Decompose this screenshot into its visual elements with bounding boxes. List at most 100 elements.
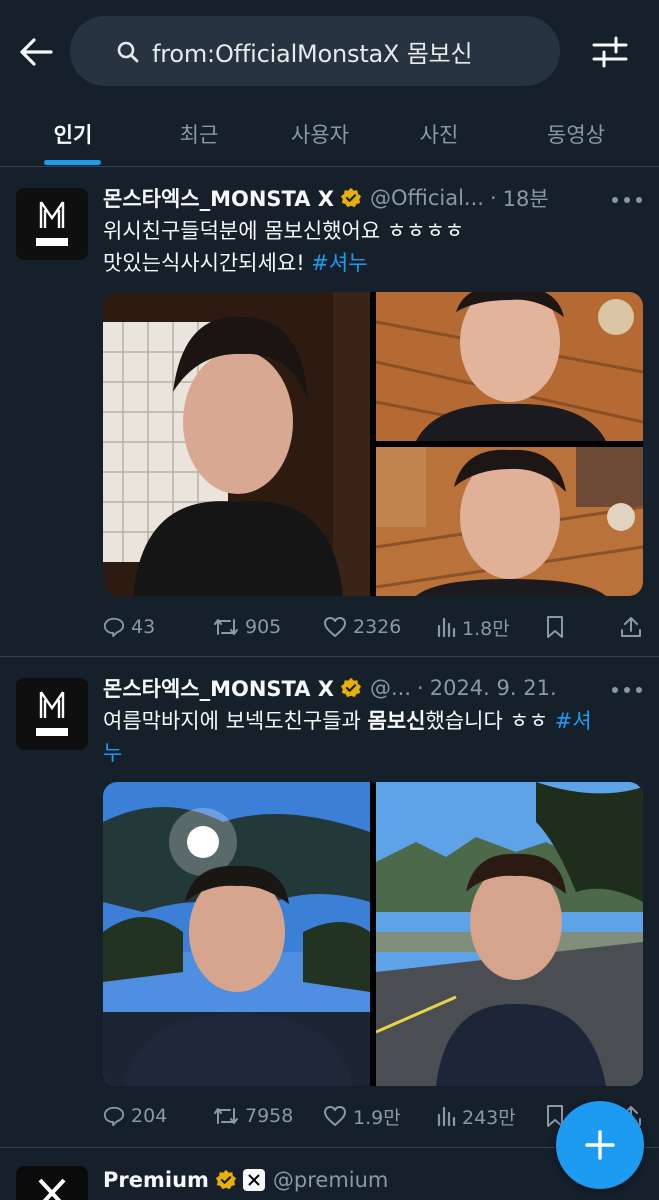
tweet-text-span: 맛있는식사시간되세요! — [103, 251, 312, 275]
like-count: 2326 — [353, 616, 402, 638]
active-tab-indicator — [44, 160, 101, 165]
photo-2[interactable] — [376, 292, 643, 441]
like-button[interactable]: 2326 — [323, 611, 401, 643]
display-name[interactable]: 몬스타엑스_MONSTA X — [103, 183, 334, 213]
tab-label: 동영상 — [547, 122, 605, 147]
reply-icon — [103, 1106, 125, 1127]
user-handle[interactable]: @premium — [273, 1168, 388, 1192]
tweet-text-span: 했습니다 ㅎㅎ — [425, 709, 555, 733]
reply-count: 204 — [131, 1105, 168, 1127]
photo-image — [376, 782, 643, 1086]
photo-image — [103, 782, 370, 1086]
like-button[interactable]: 1.9만 — [323, 1100, 401, 1132]
photo-1[interactable] — [103, 782, 370, 1086]
like-count: 1.9만 — [353, 1106, 401, 1129]
hashtag-link[interactable]: #셔 — [555, 709, 592, 733]
tab-label: 사용자 — [291, 122, 349, 147]
heart-icon — [324, 617, 346, 637]
tab-latest[interactable]: 최근 — [156, 100, 242, 167]
reply-button[interactable]: 204 — [103, 1100, 167, 1132]
reply-icon — [103, 617, 125, 638]
display-name[interactable]: Premium — [103, 1168, 209, 1192]
separator-dot: · — [417, 676, 424, 700]
tweet[interactable]: 몬스타엑스_MONSTA X @Official... · 18분 위시친구들덕… — [0, 168, 659, 657]
tab-label: 최근 — [179, 122, 219, 147]
photo-image — [376, 292, 643, 441]
retweet-count: 7958 — [245, 1105, 294, 1127]
media-grid — [103, 782, 643, 1086]
display-name[interactable]: 몬스타엑스_MONSTA X — [103, 673, 334, 703]
avatar[interactable] — [16, 678, 88, 750]
tab-people[interactable]: 사용자 — [270, 100, 370, 167]
x-logo-icon — [38, 1178, 66, 1200]
more-options-button[interactable] — [612, 190, 642, 210]
highlighted-keyword: 몸보신 — [367, 709, 426, 733]
tweet-text-line: 위시친구들덕분에 몸보신했어요 ㅎㅎㅎㅎ — [103, 219, 465, 243]
tweet[interactable]: 몬스타엑스_MONSTA X @... · 2024. 9. 21. 여름막바지… — [0, 658, 659, 1148]
bookmark-icon — [547, 616, 563, 638]
photo-2[interactable] — [376, 782, 643, 1086]
verified-badge-icon — [340, 187, 362, 209]
analytics-icon — [437, 1106, 456, 1127]
retweet-button[interactable]: 7958 — [213, 1100, 293, 1132]
search-query-text: from:OfficialMonstaX 몸보신 — [152, 39, 473, 68]
arrow-left-icon — [20, 38, 53, 66]
photo-image — [376, 447, 643, 596]
tweet-text: 여름막바지에 보넥도친구들과 몸보신했습니다 ㅎㅎ #셔 누 — [103, 705, 643, 769]
affiliate-x-badge-icon — [242, 1169, 265, 1191]
photo-3[interactable] — [376, 447, 643, 596]
retweet-button[interactable]: 905 — [213, 611, 281, 643]
analytics-icon — [437, 617, 456, 638]
tab-videos[interactable]: 동영상 — [526, 100, 626, 167]
tweet-time[interactable]: 2024. 9. 21. — [430, 676, 557, 700]
search-filter-button[interactable] — [588, 30, 632, 74]
view-count: 1.8만 — [462, 617, 510, 640]
user-handle[interactable]: @... — [370, 676, 411, 700]
more-options-button[interactable] — [612, 680, 642, 700]
share-button[interactable] — [620, 611, 648, 643]
tweet-text: 위시친구들덕분에 몸보신했어요 ㅎㅎㅎㅎ 맛있는식사시간되세요! #셔누 — [103, 215, 643, 279]
heart-icon — [324, 1106, 346, 1126]
tweet-header: 몬스타엑스_MONSTA X @... · 2024. 9. 21. — [103, 672, 557, 704]
verified-badge-icon — [340, 677, 362, 699]
bookmark-button[interactable] — [545, 611, 571, 643]
separator-dot: · — [489, 186, 497, 210]
tweet-text-line: 맛있는식사시간되세요! #셔누 — [103, 247, 643, 279]
search-tabs: 인기 최근 사용자 사진 동영상 — [0, 100, 659, 167]
verified-badge-icon — [215, 1169, 237, 1191]
tweet-actions: 43 905 2326 1.8만 — [103, 611, 643, 643]
search-icon — [117, 41, 139, 63]
tweet-header: 몬스타엑스_MONSTA X @Official... · 18분 — [103, 182, 549, 214]
plus-icon — [585, 1130, 615, 1160]
user-handle[interactable]: @Official... — [370, 186, 484, 210]
views-button[interactable]: 243만 — [436, 1100, 516, 1132]
retweet-icon — [214, 619, 238, 635]
media-grid — [103, 292, 643, 596]
monsta-x-logo — [16, 188, 88, 260]
tab-label: 사진 — [419, 122, 459, 147]
tweet-text-span: 여름막바지에 보넥도친구들과 — [103, 709, 368, 733]
view-count: 243만 — [462, 1106, 516, 1129]
photo-image — [103, 292, 370, 596]
share-icon — [621, 617, 641, 637]
hashtag-link-continued[interactable]: 누 — [103, 737, 643, 769]
tweet-time[interactable]: 18분 — [503, 183, 549, 213]
views-button[interactable]: 1.8만 — [436, 611, 510, 643]
search-input[interactable]: from:OfficialMonstaX 몸보신 — [70, 16, 560, 86]
sliders-icon — [592, 36, 628, 68]
retweet-count: 905 — [245, 616, 282, 638]
search-header: from:OfficialMonstaX 몸보신 — [0, 0, 659, 100]
avatar[interactable] — [16, 188, 88, 260]
tweet-header: Premium @premium — [103, 1164, 388, 1196]
tab-photos[interactable]: 사진 — [396, 100, 482, 167]
tab-label: 인기 — [53, 122, 93, 147]
back-button[interactable] — [14, 32, 58, 72]
reply-count: 43 — [131, 616, 156, 638]
tab-top[interactable]: 인기 — [30, 100, 116, 167]
hashtag-link[interactable]: #셔누 — [311, 251, 367, 275]
avatar[interactable] — [16, 1166, 88, 1200]
compose-post-button[interactable] — [556, 1101, 644, 1189]
photo-1[interactable] — [103, 292, 370, 596]
reply-button[interactable]: 43 — [103, 611, 155, 643]
monsta-x-logo — [16, 678, 88, 750]
